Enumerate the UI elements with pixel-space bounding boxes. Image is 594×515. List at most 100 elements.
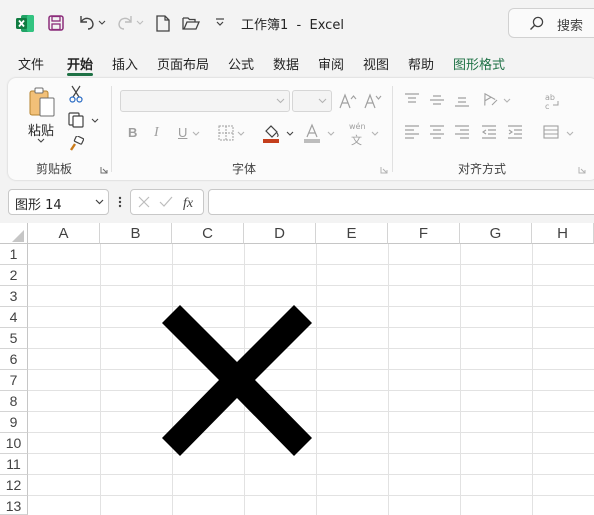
search-box[interactable]: 搜索 <box>508 8 594 38</box>
orientation-icon[interactable] <box>480 91 498 107</box>
clipboard-group-label: 剪贴板 <box>36 162 73 176</box>
alignment-group-label: 对齐方式 <box>458 162 507 176</box>
save-icon[interactable] <box>48 15 64 31</box>
svg-text:c: c <box>545 102 549 110</box>
increase-indent-icon[interactable] <box>507 125 523 139</box>
merge-center-icon[interactable] <box>543 125 559 139</box>
format-painter-icon[interactable] <box>68 136 84 152</box>
paste-button-label[interactable]: 粘贴 <box>28 120 54 139</box>
tab-review[interactable]: 审阅 <box>318 54 344 73</box>
row-header[interactable]: 12 <box>0 475 28 496</box>
merge-chevron-down-icon[interactable] <box>566 131 574 137</box>
redo-dropdown-chevron-down-icon[interactable] <box>136 20 144 26</box>
cancel-entry-icon[interactable] <box>138 196 150 208</box>
row-header[interactable]: 4 <box>0 307 28 328</box>
row-header[interactable]: 1 <box>0 244 28 265</box>
decrease-font-size-icon[interactable] <box>364 93 382 109</box>
align-right-icon[interactable] <box>454 125 470 139</box>
paste-options-chevron-down-icon[interactable] <box>37 138 45 144</box>
fill-color-chevron-down-icon[interactable] <box>286 131 294 137</box>
tab-help[interactable]: 帮助 <box>408 54 434 73</box>
formula-buttons: fx <box>130 189 204 215</box>
increase-font-size-icon[interactable] <box>339 93 357 109</box>
select-all-corner[interactable] <box>0 223 28 244</box>
font-color-chevron-down-icon[interactable] <box>327 131 335 137</box>
borders-chevron-down-icon[interactable] <box>237 131 245 137</box>
underline-chevron-down-icon[interactable] <box>192 131 200 137</box>
bottom-align-icon[interactable] <box>454 93 470 107</box>
phonetic-chevron-down-icon[interactable] <box>371 131 379 137</box>
insert-function-fx-icon[interactable]: fx <box>183 194 201 210</box>
name-box-chevron-down-icon[interactable] <box>95 199 104 205</box>
cut-scissors-icon[interactable] <box>69 85 83 103</box>
gridline <box>28 285 594 286</box>
decrease-indent-icon[interactable] <box>481 125 497 139</box>
formula-input[interactable] <box>208 189 594 215</box>
row-header[interactable]: 5 <box>0 328 28 349</box>
align-center-icon[interactable] <box>429 125 445 139</box>
phonetic-guide-bottom[interactable]: 文 <box>351 132 362 148</box>
bold-button[interactable]: B <box>128 125 137 140</box>
font-dialog-launcher-icon[interactable] <box>380 166 388 174</box>
row-header[interactable]: 3 <box>0 286 28 307</box>
column-header[interactable]: C <box>172 223 244 244</box>
column-header[interactable]: G <box>460 223 532 244</box>
row-header[interactable]: 9 <box>0 412 28 433</box>
more-options-vertical-dots-icon[interactable] <box>118 196 122 208</box>
row-header[interactable]: 2 <box>0 265 28 286</box>
tab-formulas[interactable]: 公式 <box>228 54 254 73</box>
phonetic-guide-top[interactable]: wén <box>349 122 366 131</box>
new-file-icon[interactable] <box>156 15 170 32</box>
tab-shape-format[interactable]: 图形格式 <box>453 54 505 73</box>
paste-icon[interactable] <box>28 86 58 118</box>
tab-file[interactable]: 文件 <box>18 54 44 73</box>
cross-shape[interactable] <box>162 305 312 456</box>
row-header[interactable]: 10 <box>0 433 28 454</box>
row-header[interactable]: 7 <box>0 370 28 391</box>
undo-icon[interactable] <box>78 14 96 31</box>
font-name-chevron-down-icon <box>276 95 285 105</box>
column-header[interactable]: B <box>100 223 172 244</box>
font-color-icon[interactable] <box>304 123 322 143</box>
tab-home[interactable]: 开始 <box>67 54 93 73</box>
name-box-value: 图形 14 <box>15 198 62 213</box>
tab-insert[interactable]: 插入 <box>112 54 138 73</box>
borders-icon[interactable] <box>218 125 234 141</box>
cross-shape-graphic <box>162 305 312 456</box>
row-header[interactable]: 6 <box>0 349 28 370</box>
column-header[interactable]: H <box>532 223 594 244</box>
column-header[interactable]: F <box>388 223 460 244</box>
orientation-chevron-down-icon[interactable] <box>503 98 511 104</box>
name-box[interactable]: 图形 14 <box>8 189 109 215</box>
customize-toolbar-chevron-icon[interactable] <box>215 18 225 27</box>
open-folder-icon[interactable] <box>182 16 200 30</box>
column-header[interactable]: E <box>316 223 388 244</box>
row-header[interactable]: 8 <box>0 391 28 412</box>
italic-button[interactable]: I <box>154 125 159 141</box>
title-bar: 工作簿1 - Excel 搜索 <box>0 0 594 46</box>
row-header[interactable]: 11 <box>0 454 28 475</box>
column-header[interactable]: D <box>244 223 316 244</box>
font-group-label: 字体 <box>232 162 257 176</box>
gridline <box>28 264 594 265</box>
redo-icon[interactable] <box>116 14 134 31</box>
top-align-icon[interactable] <box>404 93 420 107</box>
confirm-entry-check-icon[interactable] <box>159 196 173 208</box>
tab-view[interactable]: 视图 <box>363 54 389 73</box>
clipboard-dialog-launcher-icon[interactable] <box>100 166 108 174</box>
underline-button[interactable]: U <box>178 125 187 140</box>
align-left-icon[interactable] <box>404 125 420 139</box>
alignment-dialog-launcher-icon[interactable] <box>578 166 586 174</box>
wrap-text-icon[interactable]: ab c <box>544 92 560 110</box>
undo-dropdown-chevron-down-icon[interactable] <box>98 20 106 26</box>
row-header[interactable]: 13 <box>0 496 28 515</box>
tab-data[interactable]: 数据 <box>273 54 299 73</box>
copy-options-chevron-down-icon[interactable] <box>91 118 99 124</box>
column-header[interactable]: A <box>28 223 100 244</box>
middle-align-icon[interactable] <box>429 93 445 107</box>
font-size-combobox[interactable] <box>292 90 332 112</box>
fill-color-bucket-icon[interactable] <box>263 123 281 143</box>
tab-page-layout[interactable]: 页面布局 <box>157 54 209 73</box>
font-name-combobox[interactable] <box>120 90 290 112</box>
copy-icon[interactable] <box>68 112 84 128</box>
